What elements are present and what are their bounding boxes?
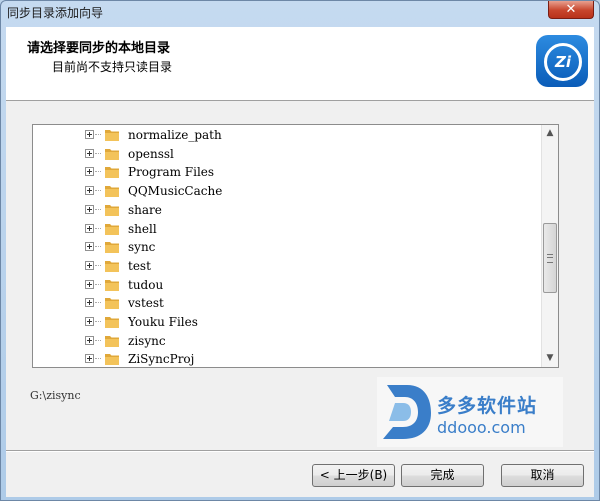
folder-label[interactable]: sync: [128, 240, 155, 254]
close-icon: ✕: [565, 2, 577, 17]
expand-plus-icon[interactable]: [85, 242, 94, 252]
tree-item[interactable]: ZiSyncProj: [33, 350, 533, 367]
tree-item[interactable]: tudou: [33, 276, 533, 294]
folder-label[interactable]: vstest: [128, 296, 164, 310]
folder-icon: [105, 130, 119, 141]
folder-icon: [105, 223, 119, 235]
page-title: 请选择要同步的本地目录: [27, 41, 171, 56]
folder-icon: [105, 186, 119, 198]
folder-label[interactable]: Program Files: [128, 165, 214, 179]
title-bar[interactable]: 同步目录添加向导 ✕: [1, 1, 599, 23]
folder-icon: [105, 148, 119, 160]
expand-plus-icon[interactable]: [85, 335, 94, 345]
tree-connector: [95, 152, 101, 154]
folder-label[interactable]: tudou: [128, 278, 163, 292]
tree-item[interactable]: Program Files: [33, 163, 533, 181]
watermark: 多多软件站 ddooo.com: [377, 377, 563, 447]
zisync-logo-icon: Zi: [536, 35, 588, 87]
folder-icon: [105, 242, 119, 254]
tree-connector: [95, 283, 101, 285]
folder-label[interactable]: test: [128, 259, 151, 273]
tree-item[interactable]: normalize_path: [33, 126, 533, 144]
folder-icon: [105, 354, 119, 366]
folder-icon: [105, 298, 119, 310]
watermark-name: 多多软件站: [437, 395, 538, 417]
wizard-header: 请选择要同步的本地目录 目前尚不支持只读目录 Zi: [6, 27, 594, 101]
page-subtitle: 目前尚不支持只读目录: [52, 60, 173, 74]
tree-connector: [95, 321, 101, 322]
grip-icon: [547, 254, 553, 263]
expand-plus-icon[interactable]: [85, 148, 94, 158]
expand-plus-icon[interactable]: [85, 167, 94, 177]
folder-label[interactable]: QQMusicCache: [128, 184, 222, 198]
folder-label[interactable]: normalize_path: [128, 128, 222, 142]
tree-item[interactable]: QQMusicCache: [33, 182, 533, 200]
tree-connector: [95, 358, 101, 360]
wizard-window: 同步目录添加向导 ✕ 请选择要同步的本地目录 目前尚不支持只读目录 Zi nor…: [0, 0, 600, 501]
folder-icon: [105, 204, 119, 216]
tree-item[interactable]: shell: [33, 220, 533, 238]
expand-plus-icon[interactable]: [85, 317, 94, 326]
folder-label[interactable]: share: [128, 203, 162, 217]
expand-plus-icon[interactable]: [85, 204, 94, 214]
tree-connector: [95, 246, 101, 248]
tree-connector: [95, 227, 101, 229]
folder-icon: [105, 317, 119, 328]
tree-connector: [95, 302, 101, 304]
folder-icon: [105, 167, 119, 179]
footer-divider: [6, 450, 594, 452]
window-title: 同步目录添加向导: [7, 6, 104, 20]
folder-label[interactable]: openssl: [128, 147, 174, 161]
finish-button[interactable]: 完成: [401, 464, 484, 487]
scroll-thumb[interactable]: [543, 223, 557, 293]
scroll-up-arrow-icon[interactable]: ▲: [542, 125, 558, 142]
folder-label[interactable]: Youku Files: [128, 315, 198, 329]
tree-item[interactable]: zisync: [33, 332, 533, 350]
tree-item[interactable]: Youku Files: [33, 313, 533, 331]
cancel-button[interactable]: 取消: [501, 464, 584, 487]
close-button[interactable]: ✕: [548, 1, 594, 19]
expand-plus-icon[interactable]: [85, 223, 94, 233]
tree-connector: [95, 171, 101, 173]
folder-label[interactable]: zisync: [128, 334, 166, 348]
folder-tree[interactable]: normalize_pathopenssl Program Files QQMusi…: [32, 124, 559, 368]
tree-item[interactable]: openssl: [33, 145, 533, 163]
tree-item[interactable]: share: [33, 201, 533, 219]
expand-plus-icon[interactable]: [85, 260, 94, 270]
tree-connector: [95, 190, 101, 192]
folder-icon: [105, 260, 119, 272]
expand-plus-icon[interactable]: [85, 279, 94, 289]
expand-plus-icon[interactable]: [85, 186, 94, 196]
tree-item[interactable]: vstest: [33, 294, 533, 312]
tree-connector: [95, 339, 101, 341]
back-button[interactable]: < 上一步(B): [312, 464, 395, 487]
expand-plus-icon[interactable]: [85, 130, 94, 139]
expand-plus-icon[interactable]: [85, 354, 94, 364]
scroll-down-arrow-icon[interactable]: ▼: [542, 350, 558, 367]
expand-plus-icon[interactable]: [85, 298, 94, 308]
wizard-body: 请选择要同步的本地目录 目前尚不支持只读目录 Zi normalize_path…: [6, 27, 594, 497]
folder-label[interactable]: shell: [128, 222, 157, 236]
folder-tree-list: normalize_pathopenssl Program Files QQMusi…: [33, 125, 541, 367]
folder-label[interactable]: ZiSyncProj: [128, 352, 194, 366]
logo-text: Zi: [544, 43, 582, 81]
vertical-scrollbar[interactable]: ▲ ▼: [541, 125, 558, 367]
folder-icon: [105, 335, 119, 347]
selected-path: G:\zisync: [30, 389, 81, 402]
tree-item[interactable]: sync: [33, 238, 533, 256]
tree-connector: [95, 264, 101, 266]
watermark-logo-icon: [383, 385, 431, 439]
tree-connector: [95, 134, 101, 135]
folder-icon: [105, 279, 119, 291]
watermark-url: ddooo.com: [437, 418, 526, 437]
tree-connector: [95, 208, 101, 210]
tree-item[interactable]: test: [33, 257, 533, 275]
